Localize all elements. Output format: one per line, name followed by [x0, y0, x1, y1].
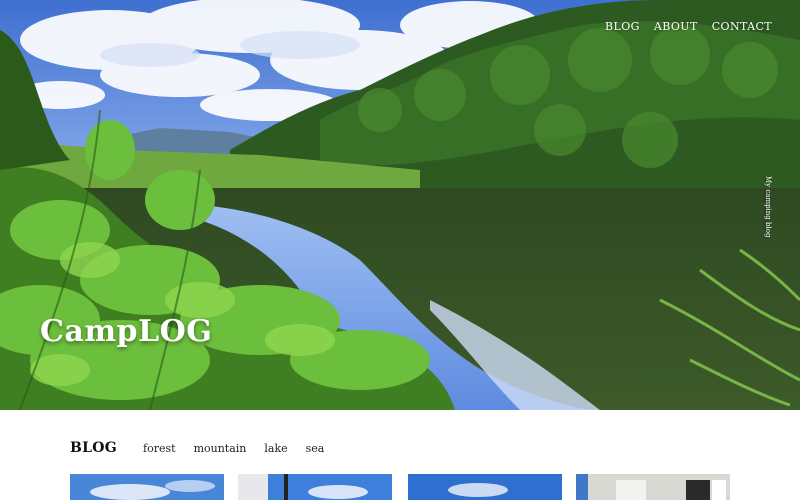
nav-blog-link[interactable]: BLOG — [605, 20, 640, 33]
category-lake-link[interactable]: lake — [264, 442, 287, 455]
post-thumbnails — [70, 474, 730, 500]
post-thumbnail-4[interactable] — [576, 474, 730, 500]
category-sea-link[interactable]: sea — [306, 442, 325, 455]
house-photo — [576, 474, 730, 500]
top-nav: BLOG ABOUT CONTACT — [605, 20, 772, 33]
post-thumbnail-1[interactable] — [70, 474, 224, 500]
blog-section-header: BLOG forest mountain lake sea — [70, 440, 324, 456]
blue-sky-photo — [408, 474, 562, 500]
site-title[interactable]: CampLOG — [40, 314, 212, 349]
blog-heading: BLOG — [70, 440, 118, 456]
post-thumbnail-2[interactable] — [238, 474, 392, 500]
nav-contact-link[interactable]: CONTACT — [712, 20, 772, 33]
category-mountain-link[interactable]: mountain — [194, 442, 247, 455]
site-tagline: My camping blog — [764, 176, 772, 238]
hero-image: BLOG ABOUT CONTACT My camping blog CampL… — [0, 0, 800, 410]
nav-about-link[interactable]: ABOUT — [654, 20, 698, 33]
building-sky-photo — [238, 474, 392, 500]
post-thumbnail-3[interactable] — [408, 474, 562, 500]
category-forest-link[interactable]: forest — [143, 442, 176, 455]
sky-clouds-photo — [70, 474, 224, 500]
